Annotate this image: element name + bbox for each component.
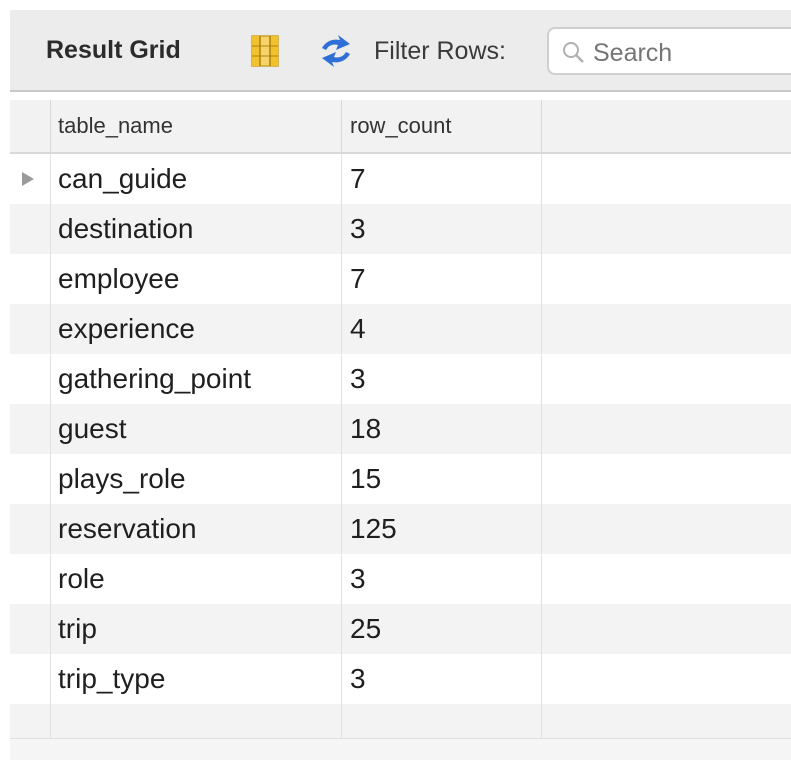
table-row[interactable]: can_guide 7 (10, 154, 791, 204)
row-selector[interactable] (10, 154, 51, 204)
grid-footer (10, 738, 791, 760)
table-row[interactable]: role 3 (10, 554, 791, 604)
cell-row-count[interactable]: 4 (342, 304, 542, 354)
row-selector[interactable] (10, 354, 51, 404)
row-selector[interactable] (10, 304, 51, 354)
column-header-row-count[interactable]: row_count (342, 100, 542, 152)
grid-header: table_name row_count (10, 100, 791, 154)
table-row[interactable]: reservation 125 (10, 504, 791, 554)
table-row[interactable]: trip_type 3 (10, 654, 791, 704)
cell-row-count[interactable]: 3 (342, 204, 542, 254)
row-selector[interactable] (10, 254, 51, 304)
cell-row-count[interactable]: 15 (342, 454, 542, 504)
result-grid: table_name row_count can_guide 7 destinati… (10, 100, 791, 754)
search-input[interactable] (593, 39, 791, 68)
grid-layout-icon[interactable] (250, 34, 280, 68)
cell-table-name[interactable]: guest (50, 404, 342, 454)
row-selector[interactable] (10, 454, 51, 504)
column-header-table-name[interactable]: table_name (50, 100, 342, 152)
row-selector[interactable] (10, 504, 51, 554)
cell-table-name[interactable]: role (50, 554, 342, 604)
row-selector[interactable] (10, 204, 51, 254)
cell-row-count[interactable]: 3 (342, 654, 542, 704)
search-field[interactable] (547, 27, 791, 75)
cell-row-count[interactable]: 18 (342, 404, 542, 454)
cell-table-name[interactable]: experience (50, 304, 342, 354)
row-selector[interactable] (10, 604, 51, 654)
cell-table-name[interactable]: trip_type (50, 654, 342, 704)
cell-row-count[interactable]: 7 (342, 154, 542, 204)
table-row[interactable]: gathering_point 3 (10, 354, 791, 404)
cell-table-name[interactable]: can_guide (50, 154, 342, 204)
cell-table-name[interactable]: plays_role (50, 454, 342, 504)
cell-table-name[interactable]: employee (50, 254, 342, 304)
table-row[interactable]: employee 7 (10, 254, 791, 304)
cell-row-count[interactable]: 3 (342, 554, 542, 604)
row-selector[interactable] (10, 654, 51, 704)
cell-table-name[interactable]: trip (50, 604, 342, 654)
table-row[interactable]: plays_role 15 (10, 454, 791, 504)
cell-table-name[interactable]: reservation (50, 504, 342, 554)
table-row[interactable]: experience 4 (10, 304, 791, 354)
cell-table-name[interactable]: gathering_point (50, 354, 342, 404)
cell-row-count[interactable]: 7 (342, 254, 542, 304)
current-row-arrow-icon (22, 172, 34, 186)
cell-row-count[interactable]: 125 (342, 504, 542, 554)
cell-row-count[interactable]: 25 (342, 604, 542, 654)
result-grid-title: Result Grid (46, 36, 181, 64)
cell-row-count[interactable]: 3 (342, 354, 542, 404)
filter-rows-label: Filter Rows: (374, 37, 506, 65)
result-grid-toolbar: Result Grid Filter Rows: (10, 10, 791, 92)
table-row[interactable]: destination 3 (10, 204, 791, 254)
row-selector[interactable] (10, 554, 51, 604)
search-icon (563, 42, 584, 63)
table-row[interactable]: trip 25 (10, 604, 791, 654)
cell-table-name[interactable]: destination (50, 204, 342, 254)
table-row[interactable]: guest 18 (10, 404, 791, 454)
refresh-icon[interactable] (316, 34, 356, 68)
row-selector[interactable] (10, 404, 51, 454)
row-selector-header (10, 100, 51, 152)
